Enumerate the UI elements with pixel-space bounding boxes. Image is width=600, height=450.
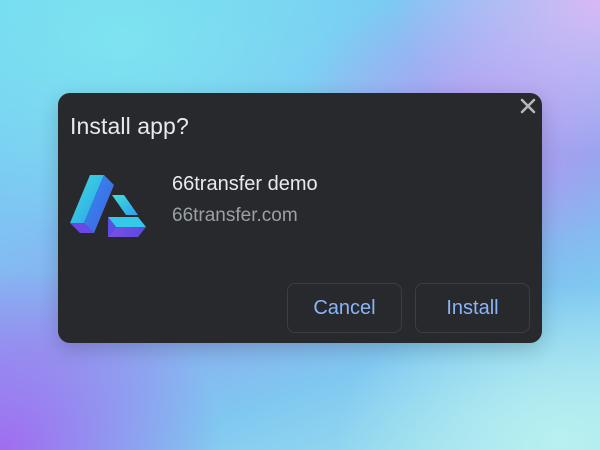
close-button[interactable]	[516, 94, 540, 118]
cancel-button[interactable]: Cancel	[287, 283, 402, 333]
install-app-dialog: Install app? 66transfer demo 66transfer.…	[58, 93, 542, 343]
close-icon	[520, 98, 536, 114]
dialog-title: Install app?	[70, 113, 189, 139]
app-origin: 66transfer.com	[172, 205, 298, 226]
app-name: 66transfer demo	[172, 173, 318, 195]
install-button[interactable]: Install	[415, 283, 530, 333]
app-logo-icon	[70, 175, 146, 237]
